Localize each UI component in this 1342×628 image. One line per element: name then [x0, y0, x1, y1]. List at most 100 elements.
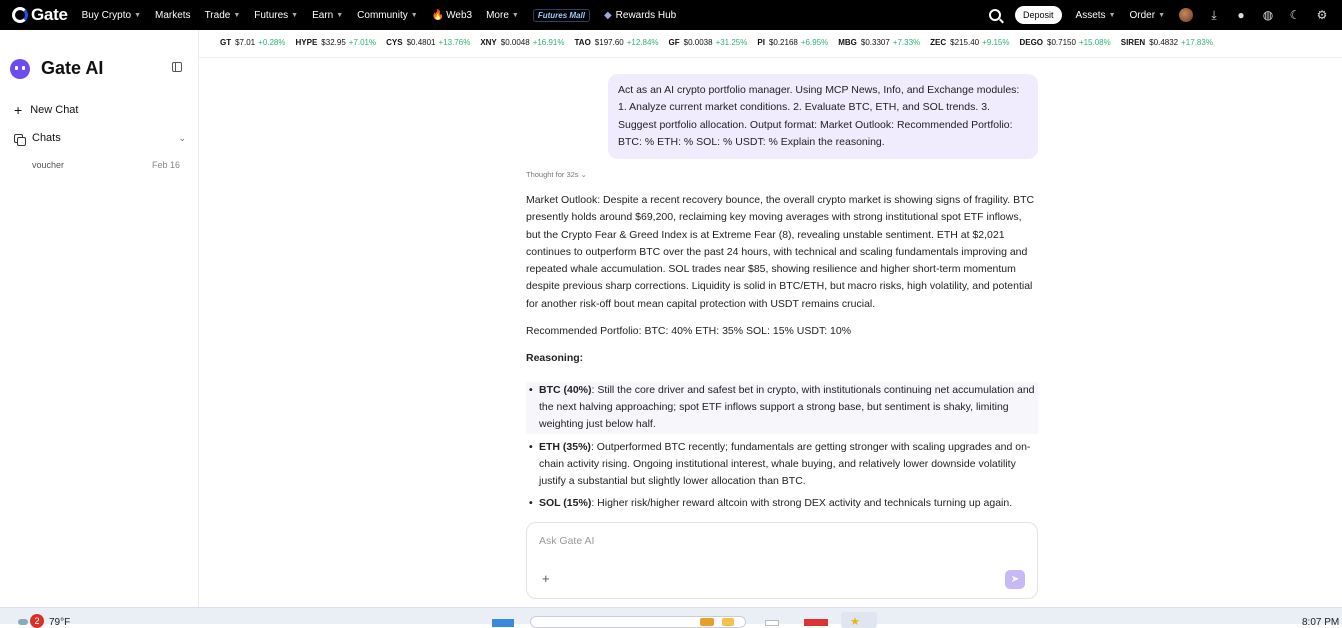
notification-badge: 2 [30, 614, 44, 628]
ticker-price: $197.60 [594, 38, 624, 47]
taskbar-app-icon[interactable] [700, 618, 714, 626]
ticker-item[interactable]: MBG $0.3307 +7.33% [838, 38, 920, 47]
ticker-item[interactable]: GF $0.0038 +31.25% [669, 38, 748, 47]
ticker-price: $0.4832 [1149, 38, 1179, 47]
chevron-down-icon: ⌄ [580, 170, 587, 179]
nav-label: Rewards Hub [615, 9, 677, 21]
ticker-symbol: GF [668, 38, 680, 47]
new-chat-button[interactable]: + New Chat [14, 102, 78, 118]
sidebar-collapse-icon[interactable] [172, 62, 182, 72]
send-icon: ➤ [1010, 574, 1020, 585]
globe-icon[interactable]: ◍ [1261, 8, 1275, 22]
price-ticker: GT $7.01 +0.28% HYPE $32.95 +7.01% CYS $0.4801 +… [220, 38, 1223, 47]
ticker-item[interactable]: XNY $0.0048 +16.91% [480, 38, 564, 47]
nav-label: Trade [204, 9, 231, 21]
ticker-price: $0.4801 [406, 38, 436, 47]
nav-label: Earn [312, 9, 334, 21]
chat-input-box[interactable]: Ask Gate AI + ➤ [526, 522, 1038, 599]
ticker-symbol: HYPE [295, 38, 318, 47]
ticker-item[interactable]: PI $0.2168 +6.95% [757, 38, 828, 47]
nav-label: Assets [1075, 9, 1106, 21]
new-chat-label: New Chat [30, 104, 79, 116]
chat-history-item[interactable]: voucher Feb 16 [32, 160, 180, 170]
chevron-down-icon: ▼ [134, 11, 141, 19]
taskbar-app-icon[interactable] [722, 618, 734, 626]
reasoning-list: BTC (40%): Still the core driver and saf… [526, 381, 1038, 513]
nav-label: Web3 [446, 9, 473, 21]
ticker-item[interactable]: GT $7.01 +0.28% [220, 38, 286, 47]
nav-more[interactable]: More ▼ [486, 10, 519, 21]
ticker-item[interactable]: HYPE $32.95 +7.01% [296, 38, 377, 47]
nav-label: Community [357, 9, 408, 21]
ticker-item[interactable]: ZEC $215.40 +9.15% [930, 38, 1009, 47]
search-icon[interactable] [989, 9, 1002, 21]
nav-label: Futures [254, 9, 289, 21]
ticker-item[interactable]: TAO $197.60 +12.84% [575, 38, 659, 47]
moon-icon[interactable]: ☾ [1288, 8, 1302, 22]
ticker-symbol: GT [220, 38, 232, 47]
star-icon: ★ [850, 616, 860, 628]
nav-trade[interactable]: Trade ▼ [205, 10, 241, 21]
nav-order[interactable]: Order ▼ [1130, 10, 1166, 21]
ticker-price: $0.7150 [1047, 38, 1076, 47]
nav-label: Order [1129, 9, 1156, 21]
ticker-price: $32.95 [321, 38, 346, 47]
chats-section-toggle[interactable]: Chats ⌄ [14, 132, 186, 146]
ticker-change: +15.08% [1078, 38, 1111, 47]
attach-plus-icon[interactable]: + [542, 571, 550, 586]
chevron-down-icon: ▼ [511, 11, 519, 19]
nav-futures[interactable]: Futures ▼ [254, 10, 298, 21]
ticker-symbol: ZEC [930, 38, 947, 47]
avatar[interactable] [1179, 8, 1193, 22]
nav-rewards-hub[interactable]: ◆ Rewards Hub [604, 10, 676, 21]
chat-input-placeholder[interactable]: Ask Gate AI [539, 535, 594, 547]
taskbar-app-icon[interactable] [804, 619, 828, 626]
chat-item-date: Feb 16 [151, 160, 180, 170]
bell-icon[interactable]: ● [1234, 8, 1248, 22]
thought-toggle[interactable]: Thought for 32s ⌄ [526, 170, 587, 179]
ticker-change: +9.15% [982, 38, 1010, 47]
list-item: BTC (40%): Still the core driver and saf… [526, 381, 1038, 434]
gift-icon: ◆ [603, 9, 612, 21]
nav-markets[interactable]: Markets [155, 10, 191, 21]
chevron-down-icon: ▼ [233, 11, 241, 19]
bullet-heading: ETH (35%) [539, 440, 591, 453]
ticker-change: +7.01% [348, 38, 377, 47]
ticker-item[interactable]: DEGO $0.7150 +15.08% [1019, 38, 1110, 47]
nav-assets[interactable]: Assets ▼ [1076, 10, 1116, 21]
windows-start-icon[interactable] [492, 619, 514, 627]
ticker-item[interactable]: CYS $0.4801 +13.76% [386, 38, 470, 47]
ticker-symbol: SIREN [1120, 38, 1146, 47]
thought-label: Thought for 32s [526, 170, 579, 179]
chats-icon [14, 133, 26, 146]
logo-text: Gate [31, 5, 68, 24]
gate-logo[interactable]: Gate [12, 5, 68, 25]
ticker-price: $0.3307 [860, 38, 890, 47]
nav-earn[interactable]: Earn ▼ [312, 10, 343, 21]
bullet-heading: BTC (40%) [539, 383, 592, 396]
weather-temp[interactable]: 79°F [49, 617, 70, 628]
ticker-change: +0.28% [258, 38, 286, 47]
ticker-change: +17.83% [1181, 38, 1213, 47]
bullet-heading: SOL (15%) [539, 497, 592, 510]
fire-icon: 🔥 [431, 9, 445, 21]
download-icon[interactable]: ⤓ [1207, 8, 1221, 22]
ticker-price: $0.0038 [683, 38, 713, 47]
list-item: ETH (35%): Outperformed BTC recently; fu… [526, 439, 1038, 491]
ticker-symbol: DEGO [1019, 38, 1044, 47]
gear-icon[interactable]: ⚙ [1315, 8, 1329, 22]
weather-cloud-icon [18, 619, 28, 625]
taskbar-clock[interactable]: 8:07 PM [1302, 617, 1339, 628]
send-button[interactable]: ➤ [1005, 570, 1025, 589]
nav-buy-crypto[interactable]: Buy Crypto ▼ [82, 10, 141, 21]
futures-mall-banner[interactable]: Futures Mall [532, 8, 590, 22]
nav-community[interactable]: Community ▼ [357, 10, 418, 21]
nav-web3[interactable]: 🔥 Web3 [432, 10, 472, 21]
divider [199, 57, 1342, 58]
market-outlook-text: Market Outlook: Despite a recent recover… [526, 194, 1035, 310]
ticker-item[interactable]: SIREN $0.4832 +17.83% [1121, 38, 1213, 47]
deposit-button[interactable]: Deposit [1015, 6, 1062, 24]
ticker-price: $7.01 [235, 38, 256, 47]
taskbar-app-icon[interactable] [765, 620, 779, 626]
ticker-change: +12.84% [626, 38, 659, 47]
